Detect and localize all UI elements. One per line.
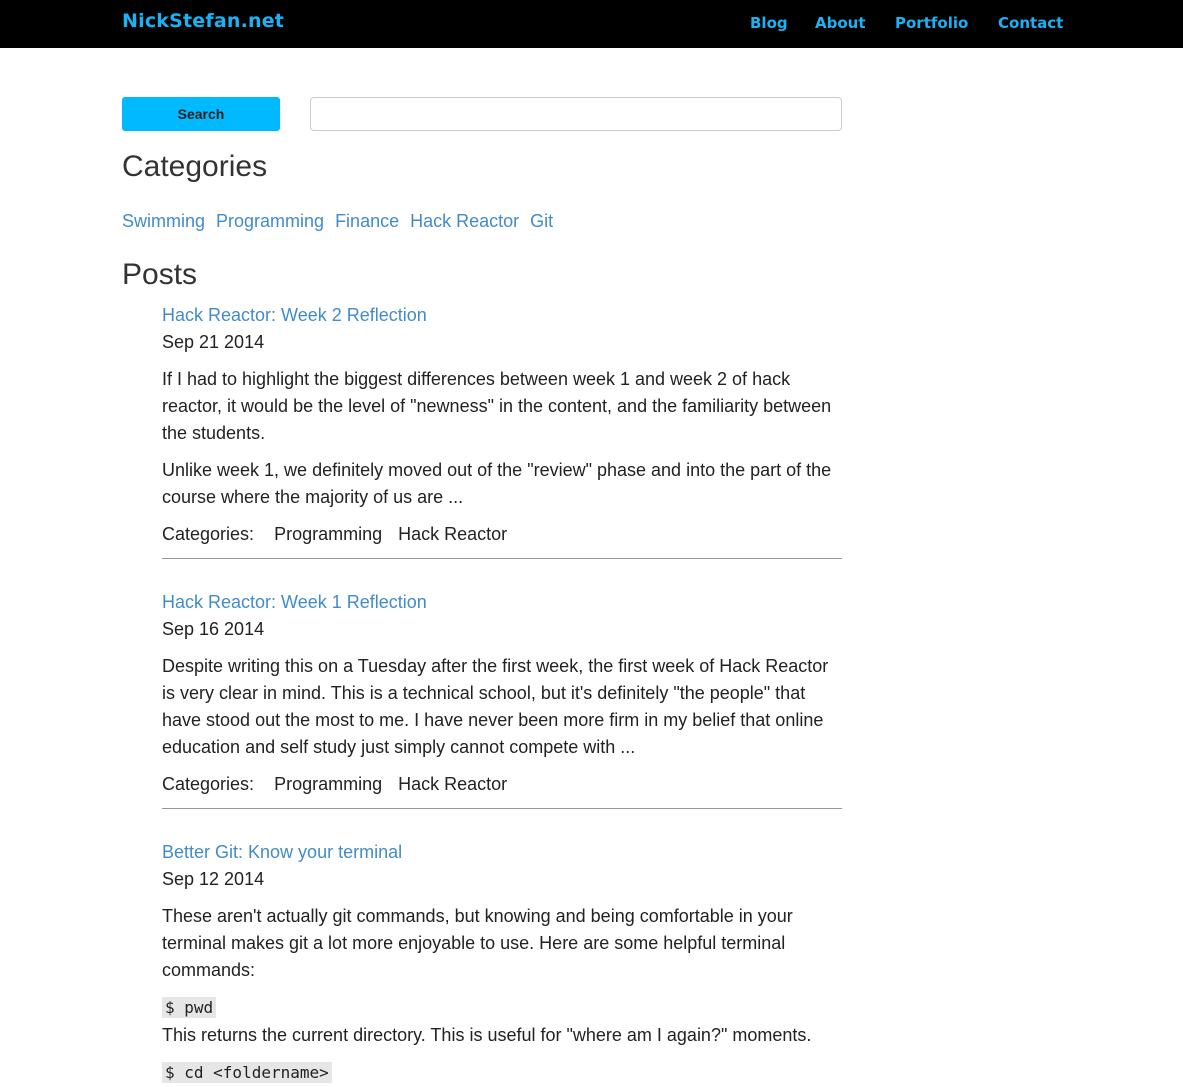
- code-description: This returns the current directory. This…: [162, 1025, 812, 1045]
- top-navbar: NickStefan.net Blog About Portfolio Cont…: [0, 0, 1183, 48]
- post-title-link[interactable]: Hack Reactor: Week 2 Reflection: [162, 302, 842, 329]
- post-date: Sep 21 2014: [162, 332, 265, 352]
- post-date: Sep 16 2014: [162, 619, 265, 639]
- post-item: Hack Reactor: Week 1 Reflection Sep 16 2…: [162, 589, 842, 809]
- post-categories-label: Categories:: [162, 524, 255, 544]
- nav-link-contact[interactable]: Contact: [998, 14, 1063, 32]
- category-link-programming[interactable]: Programming: [216, 211, 324, 231]
- search-button[interactable]: Search: [122, 97, 280, 131]
- post-item: Better Git: Know your terminal Sep 12 20…: [162, 839, 842, 1087]
- post-date: Sep 12 2014: [162, 869, 265, 889]
- category-list: Swimming Programming Finance Hack Reactor Gi…: [122, 211, 564, 232]
- post-excerpt: If I had to highlight the biggest differ…: [162, 369, 832, 443]
- post-categories: Categories: Programming Hack Reactor: [162, 521, 842, 548]
- post-title-link[interactable]: Hack Reactor: Week 1 Reflection: [162, 589, 842, 616]
- post-category-hack-reactor[interactable]: Hack Reactor: [398, 774, 507, 794]
- post-excerpt: Despite writing this on a Tuesday after …: [162, 656, 829, 757]
- categories-heading: Categories: [122, 150, 268, 183]
- post-title-link[interactable]: Better Git: Know your terminal: [162, 839, 842, 866]
- category-link-hack-reactor[interactable]: Hack Reactor: [410, 211, 519, 231]
- site-brand-link[interactable]: NickStefan.net: [122, 10, 284, 32]
- category-link-swimming[interactable]: Swimming: [122, 211, 205, 231]
- nav-link-portfolio[interactable]: Portfolio: [895, 14, 968, 32]
- post-categories-label: Categories:: [162, 774, 255, 794]
- post-category-programming[interactable]: Programming: [274, 524, 382, 544]
- search-input[interactable]: [310, 97, 842, 131]
- post-excerpt: These aren't actually git commands, but …: [162, 906, 793, 980]
- code-snippet-cd: $ cd <foldername>: [162, 1062, 332, 1083]
- post-category-programming[interactable]: Programming: [274, 774, 382, 794]
- post-categories: Categories: Programming Hack Reactor: [162, 771, 842, 798]
- category-link-git[interactable]: Git: [530, 211, 553, 231]
- code-snippet-pwd: $ pwd: [162, 997, 217, 1018]
- nav-link-about[interactable]: About: [815, 14, 866, 32]
- post-divider: [162, 808, 842, 809]
- posts-heading: Posts: [122, 258, 198, 291]
- post-excerpt: Unlike week 1, we definitely moved out o…: [162, 460, 832, 507]
- nav-link-blog[interactable]: Blog: [750, 14, 788, 32]
- category-link-finance[interactable]: Finance: [335, 211, 399, 231]
- post-divider: [162, 558, 842, 559]
- post-category-hack-reactor[interactable]: Hack Reactor: [398, 524, 507, 544]
- post-item: Hack Reactor: Week 2 Reflection Sep 21 2…: [162, 302, 842, 559]
